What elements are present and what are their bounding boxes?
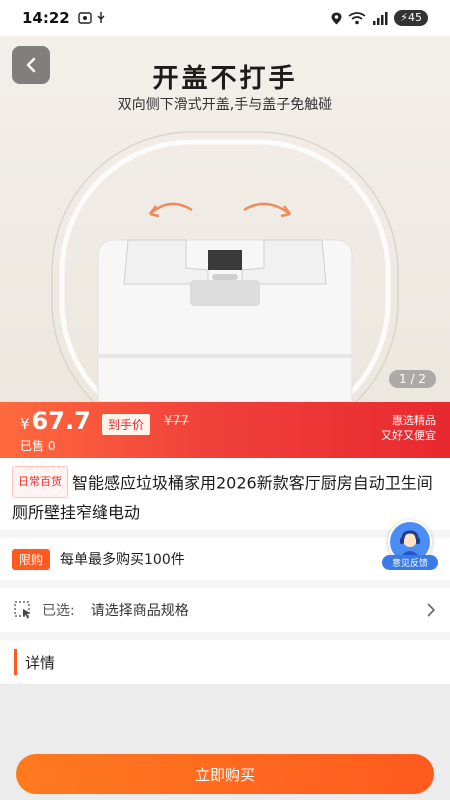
feedback-button[interactable]: 意见反馈 — [382, 520, 438, 570]
carousel-page-indicator: 1 / 2 — [389, 370, 436, 388]
usb-icon — [97, 12, 105, 23]
promo-text: 惠选精品 又好又便宜 — [381, 413, 436, 443]
location-icon — [331, 12, 342, 24]
spec-selector-row[interactable]: 已选: 请选择商品规格 — [0, 588, 450, 632]
final-price-tag: 到手价 — [102, 414, 151, 435]
buy-now-button[interactable]: 立即购买 — [16, 754, 434, 794]
screen-record-icon — [78, 12, 92, 24]
status-time: 14:22 — [22, 9, 70, 27]
product-image-carousel[interactable]: 开盖不打手 双向侧下滑式开盖,手与盖子免触碰 1 / 2 — [0, 36, 450, 402]
image-headline: 开盖不打手 — [152, 64, 298, 94]
status-right-icons: ⚡45 — [331, 10, 428, 26]
product-title-text: 智能感应垃圾桶家用2026新款客厅厨房自动卫生间厕所壁挂窄缝电动 — [12, 473, 433, 523]
spec-label: 已选: — [42, 603, 75, 619]
chevron-left-icon — [26, 57, 36, 73]
price-value: 67.7 — [31, 407, 91, 435]
product-title: 日常百货 智能感应垃圾桶家用2026新款客厅厨房自动卫生间厕所壁挂窄缝电动 — [12, 466, 438, 526]
current-price: ¥67.7 — [20, 407, 91, 435]
battery-indicator: ⚡45 — [394, 10, 428, 26]
feedback-label: 意见反馈 — [382, 555, 438, 570]
status-bar: 14:22 ⚡45 — [0, 0, 450, 36]
image-subheadline: 双向侧下滑式开盖,手与盖子免触碰 — [117, 97, 333, 113]
limit-badge: 限购 — [12, 548, 51, 570]
promo-line-1: 惠选精品 — [392, 414, 436, 427]
sold-count: 已售 0 — [20, 439, 56, 453]
back-button[interactable] — [12, 46, 50, 84]
details-accent-bar — [14, 649, 17, 675]
promo-line-2: 又好又便宜 — [381, 429, 436, 442]
details-title: 详情 — [25, 653, 56, 672]
battery-level: 45 — [408, 11, 422, 24]
limit-text: 每单最多购买100件 — [60, 552, 185, 568]
battery-bolt-icon: ⚡ — [400, 11, 408, 24]
original-price: ¥77 — [164, 414, 189, 429]
spec-value: 请选择商品规格 — [90, 603, 189, 619]
signal-icon — [373, 11, 388, 25]
category-tag: 日常百货 — [12, 466, 68, 498]
currency-symbol: ¥ — [20, 415, 30, 433]
details-section-header: 详情 — [0, 640, 450, 684]
chevron-right-icon — [427, 603, 436, 617]
status-notification-icons — [78, 12, 106, 24]
price-banner: ¥67.7 到手价 ¥77 已售 0 惠选精品 又好又便宜 — [0, 402, 450, 458]
wifi-icon — [348, 11, 366, 24]
select-cursor-icon — [14, 601, 30, 619]
